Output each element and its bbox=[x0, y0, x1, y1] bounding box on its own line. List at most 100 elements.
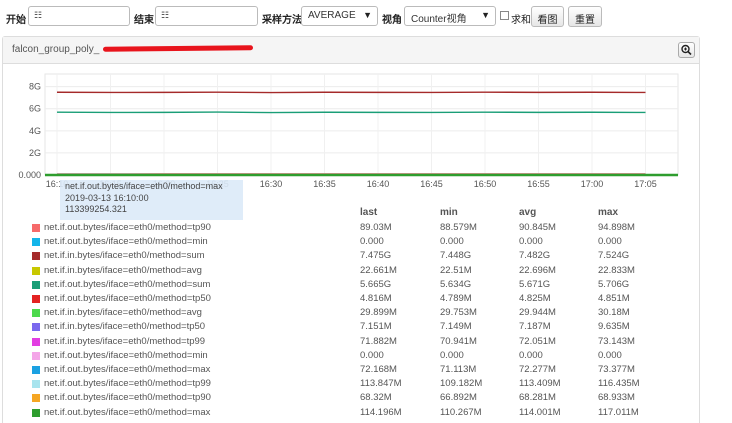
legend-value-min: 0.000 bbox=[440, 236, 464, 248]
legend-series-name: net.if.out.bytes/iface=eth0/method=tp99 bbox=[44, 378, 211, 390]
x-tick-label: 17:00 bbox=[581, 179, 604, 189]
legend-series-name: net.if.out.bytes/iface=eth0/method=max bbox=[44, 406, 211, 418]
legend-value-avg: 90.845M bbox=[519, 222, 556, 233]
legend-row[interactable]: net.if.out.bytes/iface=eth0/method=tp90 8… bbox=[0, 222, 700, 236]
legend-row[interactable]: net.if.in.bytes/iface=eth0/method=tp50 7.… bbox=[0, 321, 700, 335]
legend-value-max: 0.000 bbox=[598, 236, 622, 248]
legend-header-avg: avg bbox=[519, 207, 537, 218]
legend-row[interactable]: net.if.out.bytes/iface=eth0/method=max 11… bbox=[0, 407, 700, 421]
legend-value-max: 9.635M bbox=[598, 321, 630, 333]
legend-value-avg: 29.944M bbox=[519, 307, 556, 319]
legend-value-max: 94.898M bbox=[598, 222, 635, 233]
legend-swatch bbox=[32, 280, 40, 289]
legend-value-last: 29.899M bbox=[360, 307, 397, 319]
tooltip-time: 2019-03-13 16:10:00 bbox=[65, 192, 149, 203]
legend-value-max: 22.833M bbox=[598, 264, 635, 276]
legend-header-last: last bbox=[360, 207, 378, 218]
legend-value-avg: 22.696M bbox=[519, 264, 556, 276]
legend-value-min: 4.789M bbox=[440, 293, 472, 304]
series-line bbox=[56, 111, 646, 114]
x-tick-label: 16:50 bbox=[474, 179, 497, 189]
legend-swatch bbox=[32, 408, 40, 417]
legend-value-max: 73.377M bbox=[598, 364, 635, 375]
legend-row[interactable]: net.if.out.bytes/iface=eth0/method=min 0.… bbox=[0, 236, 700, 250]
legend-header-min: min bbox=[440, 207, 458, 218]
legend-series-name: net.if.in.bytes/iface=eth0/method=tp99 bbox=[44, 335, 206, 347]
legend-swatch bbox=[32, 394, 40, 403]
legend-row[interactable]: net.if.in.bytes/iface=eth0/method=sum 7.4… bbox=[0, 250, 700, 264]
legend-value-avg: 0.000 bbox=[519, 349, 543, 361]
legend-value-avg: 4.825M bbox=[519, 293, 551, 304]
legend-value-last: 68.32M bbox=[360, 392, 392, 404]
x-tick-label: 16:35 bbox=[313, 179, 336, 189]
y-tick-label: 2G bbox=[29, 148, 41, 158]
legend-value-min: 29.753M bbox=[440, 307, 477, 319]
legend-value-last: 89.03M bbox=[360, 222, 392, 233]
legend-value-last: 0.000 bbox=[360, 349, 384, 361]
legend-value-max: 4.851M bbox=[598, 293, 630, 304]
legend-series-name: net.if.out.bytes/iface=eth0/method=min bbox=[44, 349, 208, 361]
x-tick-label: 16:45 bbox=[420, 179, 443, 189]
legend-row[interactable]: net.if.out.bytes/iface=eth0/method=max 72… bbox=[0, 364, 700, 378]
tooltip-series: net.if.out.bytes/iface=eth0/method=max bbox=[65, 181, 223, 191]
legend-swatch bbox=[32, 337, 40, 346]
legend-swatch bbox=[32, 323, 40, 332]
legend-series-name: net.if.in.bytes/iface=eth0/method=tp50 bbox=[44, 321, 206, 333]
legend-value-avg: 114.001M bbox=[519, 406, 561, 418]
legend-swatch bbox=[32, 351, 40, 360]
legend-value-max: 7.524G bbox=[598, 250, 630, 262]
legend-value-avg: 7.187M bbox=[519, 321, 551, 333]
legend-value-max: 0.000 bbox=[598, 349, 622, 361]
legend-header-max: max bbox=[598, 207, 619, 218]
legend-value-max: 68.933M bbox=[598, 392, 635, 404]
legend-row[interactable]: net.if.out.bytes/iface=eth0/method=tp99 1… bbox=[0, 378, 700, 392]
legend-row[interactable]: net.if.in.bytes/iface=eth0/method=avg 29.… bbox=[0, 307, 700, 321]
legend-value-avg: 113.409M bbox=[519, 378, 561, 390]
legend-value-min: 71.113M bbox=[440, 364, 477, 375]
legend-value-last: 113.847M bbox=[360, 378, 402, 390]
legend-value-min: 5.634G bbox=[440, 278, 472, 290]
tooltip-value: 113399254.321 bbox=[65, 204, 127, 214]
legend-value-last: 7.151M bbox=[360, 321, 392, 333]
x-tick-label: 16:55 bbox=[527, 179, 550, 189]
legend-value-last: 114.196M bbox=[360, 406, 402, 418]
legend-value-avg: 68.281M bbox=[519, 392, 556, 404]
legend-value-min: 22.51M bbox=[440, 264, 472, 276]
legend-swatch bbox=[32, 366, 40, 374]
legend-series-name: net.if.out.bytes/iface=eth0/method=tp50 bbox=[44, 293, 211, 304]
legend-swatch bbox=[32, 252, 40, 261]
legend-value-avg: 7.482G bbox=[519, 250, 551, 262]
legend-value-min: 110.267M bbox=[440, 406, 482, 418]
legend-row[interactable]: net.if.in.bytes/iface=eth0/method=avg 22.… bbox=[0, 265, 700, 279]
x-tick-label: 16:30 bbox=[260, 179, 283, 189]
legend-value-avg: 72.051M bbox=[519, 335, 556, 347]
legend-row[interactable]: net.if.out.bytes/iface=eth0/method=sum 5.… bbox=[0, 279, 700, 293]
legend-value-last: 4.816M bbox=[360, 293, 392, 304]
legend-value-last: 7.475G bbox=[360, 250, 392, 262]
legend-series-name: net.if.out.bytes/iface=eth0/method=tp90 bbox=[44, 222, 211, 233]
legend-swatch bbox=[32, 380, 40, 389]
legend-swatch bbox=[32, 224, 40, 232]
y-tick-label: 8G bbox=[29, 82, 41, 92]
legend-swatch bbox=[32, 309, 40, 318]
legend-value-min: 66.892M bbox=[440, 392, 477, 404]
legend-value-avg: 0.000 bbox=[519, 236, 543, 248]
plot-area bbox=[44, 73, 679, 176]
legend-value-avg: 72.277M bbox=[519, 364, 556, 375]
legend-value-max: 5.706G bbox=[598, 278, 630, 290]
legend-row[interactable]: net.if.out.bytes/iface=eth0/method=min 0.… bbox=[0, 350, 700, 364]
legend-value-min: 7.149M bbox=[440, 321, 472, 333]
x-tick-label: 17:05 bbox=[634, 179, 657, 189]
legend-row[interactable]: net.if.out.bytes/iface=eth0/method=tp50 4… bbox=[0, 293, 700, 307]
legend-series-name: net.if.out.bytes/iface=eth0/method=sum bbox=[44, 278, 211, 290]
legend-value-last: 22.661M bbox=[360, 264, 397, 276]
legend-row[interactable]: net.if.out.bytes/iface=eth0/method=tp90 6… bbox=[0, 392, 700, 406]
legend-row[interactable]: net.if.in.bytes/iface=eth0/method=tp99 71… bbox=[0, 336, 700, 350]
legend-value-min: 0.000 bbox=[440, 349, 464, 361]
y-tick-label: 0.000 bbox=[18, 170, 41, 180]
legend-series-name: net.if.out.bytes/iface=eth0/method=tp90 bbox=[44, 392, 211, 404]
legend-series-name: net.if.in.bytes/iface=eth0/method=avg bbox=[44, 264, 202, 276]
legend-swatch bbox=[32, 266, 40, 275]
legend-value-last: 0.000 bbox=[360, 236, 384, 248]
legend-series-name: net.if.out.bytes/iface=eth0/method=min bbox=[44, 236, 208, 248]
